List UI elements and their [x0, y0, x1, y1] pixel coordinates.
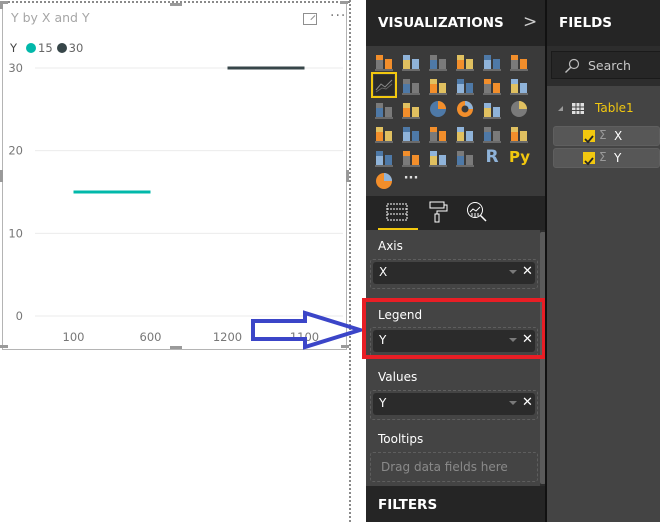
resize-handle[interactable] [346, 170, 349, 182]
viz-waterfall-icon[interactable] [374, 99, 394, 119]
axis-field-pill[interactable]: X ✕ [373, 262, 535, 284]
resize-handle[interactable] [170, 3, 182, 6]
filters-title: FILTERS [378, 497, 438, 513]
viz-kpi-icon[interactable] [374, 147, 394, 167]
viz-python-visual-icon[interactable]: Py [509, 147, 530, 167]
filters-header[interactable]: FILTERS [366, 486, 546, 522]
viz-donut-icon[interactable] [455, 99, 475, 119]
field-name: X [614, 129, 623, 143]
remove-field-icon[interactable]: ✕ [522, 395, 533, 410]
expand-collapse-icon[interactable] [558, 106, 563, 111]
fields-title: FIELDS [559, 15, 612, 31]
remove-field-icon[interactable]: ✕ [522, 264, 533, 279]
y-tick-label: 0 [16, 309, 23, 323]
table-node[interactable]: Table1 [547, 98, 660, 120]
viz-stacked-column-icon[interactable] [401, 51, 421, 71]
table-icon [572, 103, 584, 114]
viz-100-stacked-bar-icon[interactable] [482, 51, 502, 71]
resize-handle[interactable] [340, 1, 348, 4]
viz-stacked-bar-icon[interactable] [374, 51, 394, 71]
dropdown-caret-icon[interactable] [509, 401, 517, 405]
sum-sigma-icon: Σ [599, 150, 607, 164]
resize-handle[interactable] [0, 345, 8, 348]
resize-handle[interactable] [170, 346, 182, 349]
viz-line-clustered-column-icon[interactable] [455, 75, 475, 95]
format-paint-roller-icon[interactable] [428, 201, 448, 223]
tooltips-drop-hint: Drag data fields here [381, 460, 508, 474]
search-placeholder: Search [588, 58, 631, 73]
viz-treemap-icon[interactable] [482, 99, 502, 119]
legend-well-highlight-annotation [362, 298, 546, 359]
viz-stacked-area-icon[interactable] [428, 75, 448, 95]
field-item-x[interactable]: Σ X [553, 126, 660, 146]
collapse-pane-icon[interactable]: > [523, 12, 537, 32]
resize-handle[interactable] [0, 170, 3, 182]
tooltips-well-label: Tooltips [378, 432, 424, 446]
chart-plot-area: 0102030100 600 1200 1100 [8, 61, 343, 344]
values-well-label: Values [378, 370, 418, 384]
fields-search-input[interactable]: Search [551, 51, 660, 79]
viz-filled-map-icon[interactable] [374, 123, 394, 143]
axis-field-name: X [379, 265, 388, 279]
viz-more-icon[interactable]: ··· [401, 171, 421, 191]
annotation-arrow-icon [251, 310, 365, 350]
viz-map-icon[interactable] [509, 99, 529, 119]
line-chart-visual[interactable]: Y by X and Y ··· Y 15 30 0 10 20 30 100 600 12… [0, 1, 349, 350]
viz-shape-map-icon[interactable] [401, 123, 421, 143]
viz-line-stacked-column-icon[interactable] [482, 75, 502, 95]
viz-gauge-icon[interactable] [455, 123, 475, 143]
checkbox-checked-icon[interactable] [583, 152, 595, 166]
viz-card-icon[interactable] [482, 123, 502, 143]
viz-multi-row-card-icon[interactable] [509, 123, 529, 143]
fields-tab-icon[interactable] [386, 203, 408, 221]
analytics-magnifier-icon[interactable] [466, 201, 488, 223]
tooltips-well[interactable]: Drag data fields here [370, 452, 538, 482]
y-tick-label: 30 [8, 61, 23, 75]
axis-well[interactable]: X ✕ [370, 259, 538, 289]
axis-well-label: Axis [378, 239, 403, 253]
values-field-name: Y [379, 396, 387, 410]
viz-ribbon-icon[interactable] [509, 75, 529, 95]
fields-search-band: Search [547, 46, 660, 86]
viz-tabs [366, 196, 546, 230]
canvas-border-right [349, 0, 351, 522]
viz-area-icon[interactable] [401, 75, 421, 95]
fields-pane: FIELDS Search Table1 Σ X Σ Y [547, 0, 660, 522]
table-name: Table1 [595, 101, 634, 115]
visualizations-pane: VISUALIZATIONS > R Py ··· Axis X ✕ Legen… [366, 0, 546, 522]
visualizations-gallery: R Py ··· [366, 46, 546, 196]
viz-pie-icon[interactable] [428, 99, 448, 119]
field-item-y[interactable]: Σ Y [553, 148, 660, 168]
dropdown-caret-icon[interactable] [509, 270, 517, 274]
viz-scatter-icon[interactable] [401, 99, 421, 119]
visualizations-header: VISUALIZATIONS > [366, 0, 546, 46]
y-tick-label: 20 [8, 144, 23, 158]
field-name: Y [614, 151, 622, 165]
report-canvas: Y by X and Y ··· Y 15 30 0 10 20 30 100 600 12… [0, 0, 366, 522]
visualizations-title: VISUALIZATIONS [378, 15, 504, 31]
viz-100-stacked-column-icon[interactable] [509, 51, 529, 71]
values-field-pill[interactable]: Y ✕ [373, 393, 535, 415]
x-tick-label: 600 [140, 330, 162, 344]
values-well[interactable]: Y ✕ [370, 390, 538, 420]
viz-matrix-icon[interactable] [455, 147, 475, 167]
x-tick-label: 1200 [213, 330, 242, 344]
checkbox-checked-icon[interactable] [583, 130, 595, 144]
fields-header: FIELDS [547, 0, 660, 46]
y-tick-label: 10 [8, 226, 23, 240]
resize-handle[interactable] [0, 1, 3, 9]
viz-clustered-bar-icon[interactable] [428, 51, 448, 71]
sum-sigma-icon: Σ [599, 128, 607, 142]
x-tick-label: 100 [63, 330, 85, 344]
viz-clustered-column-icon[interactable] [455, 51, 475, 71]
viz-arcgis-map-icon[interactable] [374, 171, 394, 191]
viz-funnel-icon[interactable] [428, 123, 448, 143]
viz-r-visual-icon[interactable]: R [482, 147, 502, 167]
viz-slicer-icon[interactable] [401, 147, 421, 167]
viz-table-icon[interactable] [428, 147, 448, 167]
viz-line-icon[interactable] [371, 72, 397, 98]
search-icon [565, 58, 580, 73]
